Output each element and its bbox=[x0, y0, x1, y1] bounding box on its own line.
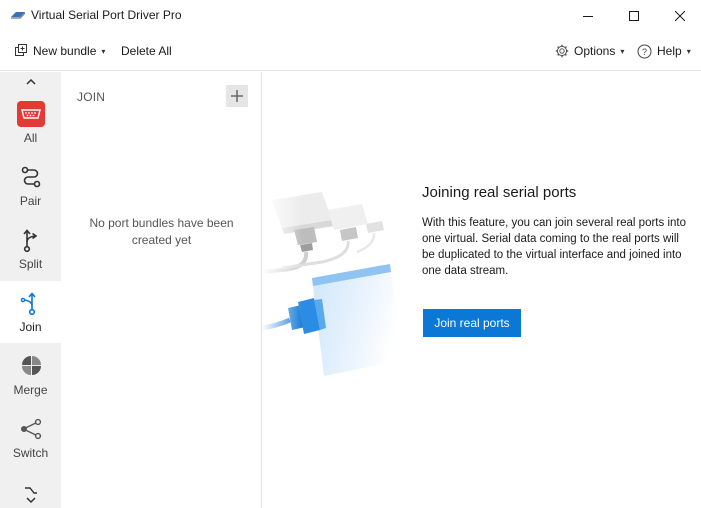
sidebar-item-join[interactable]: Join bbox=[0, 281, 61, 343]
feature-content: Joining real serial ports With this feat… bbox=[262, 72, 701, 508]
scroll-up-button[interactable] bbox=[0, 72, 61, 92]
sidebar-item-all[interactable]: All bbox=[0, 92, 61, 154]
new-bundle-label: New bundle bbox=[33, 44, 97, 58]
add-bundle-button[interactable] bbox=[226, 85, 248, 107]
delete-all-button[interactable]: Delete All bbox=[121, 43, 172, 59]
scroll-down-button[interactable] bbox=[0, 482, 61, 508]
options-menu[interactable]: Options ▾ bbox=[555, 43, 624, 59]
feature-description: With this feature, you can join several … bbox=[422, 217, 686, 277]
chevron-down-icon: ▾ bbox=[620, 46, 625, 56]
close-button[interactable] bbox=[657, 0, 701, 31]
plus-icon bbox=[231, 90, 243, 102]
chevron-down-icon: ▾ bbox=[686, 46, 691, 56]
new-bundle-button[interactable]: New bundle ▾ bbox=[14, 43, 105, 59]
close-icon bbox=[675, 10, 685, 21]
empty-list-message: No port bundles have been created yet bbox=[89, 216, 234, 247]
chevron-down-icon bbox=[24, 487, 37, 504]
svg-text:?: ? bbox=[642, 47, 647, 57]
window-title: Virtual Serial Port Driver Pro bbox=[31, 8, 182, 22]
sidebar-item-pair[interactable]: Pair bbox=[0, 155, 61, 217]
switch-icon bbox=[17, 415, 45, 443]
help-label: Help bbox=[657, 44, 682, 58]
bundle-list-pane: JOIN No port bundles have been created y… bbox=[61, 72, 262, 508]
pair-icon bbox=[17, 163, 45, 191]
toolbar: New bundle ▾ Delete All Options ▾ ? Help… bbox=[0, 31, 701, 71]
sidebar-item-label: Pair bbox=[19, 194, 42, 208]
sidebar-item-label: Join bbox=[19, 320, 42, 334]
join-real-ports-button[interactable]: Join real ports bbox=[423, 309, 521, 337]
sidebar-item-label: Switch bbox=[12, 446, 49, 460]
sidebar-item-split[interactable]: Split bbox=[0, 218, 61, 280]
sidebar-item-label: All bbox=[23, 131, 38, 145]
feature-title: Joining real serial ports bbox=[422, 184, 577, 201]
gear-icon bbox=[555, 44, 569, 58]
sidebar-nav: All Pair Split Join Merge Switch bbox=[0, 72, 61, 508]
title-bar: Virtual Serial Port Driver Pro bbox=[0, 0, 701, 31]
join-icon bbox=[17, 289, 45, 317]
app-logo-icon bbox=[10, 9, 26, 21]
split-icon bbox=[17, 226, 45, 254]
sidebar-item-merge[interactable]: Merge bbox=[0, 344, 61, 406]
minimize-button[interactable] bbox=[565, 0, 611, 31]
help-menu[interactable]: ? Help ▾ bbox=[637, 43, 691, 59]
minimize-icon bbox=[583, 15, 593, 17]
options-label: Options bbox=[574, 44, 616, 58]
help-icon: ? bbox=[637, 44, 652, 58]
chevron-up-icon bbox=[25, 79, 36, 85]
sidebar-item-label: Merge bbox=[13, 383, 48, 397]
list-header: JOIN bbox=[77, 90, 106, 104]
sidebar-item-switch[interactable]: Switch bbox=[0, 407, 61, 469]
maximize-button[interactable] bbox=[611, 0, 657, 31]
serial-port-icon bbox=[16, 100, 45, 128]
maximize-icon bbox=[629, 10, 639, 21]
chevron-down-icon: ▾ bbox=[101, 46, 106, 56]
new-bundle-icon bbox=[15, 44, 27, 56]
merge-icon bbox=[17, 352, 45, 380]
join-illustration-icon bbox=[262, 190, 422, 380]
delete-all-label: Delete All bbox=[121, 44, 172, 58]
sidebar-item-label: Split bbox=[18, 257, 43, 271]
